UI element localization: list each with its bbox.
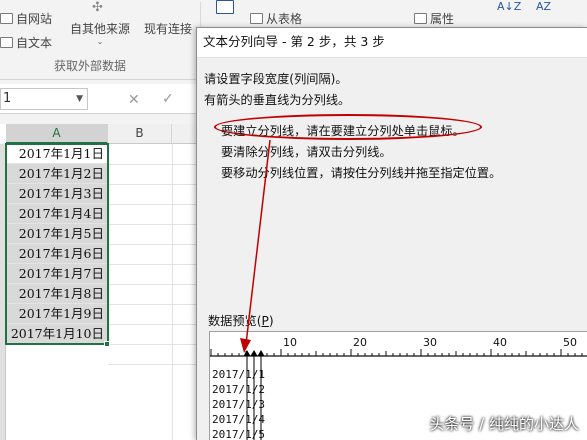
preview-row: 2017/1/1	[212, 368, 265, 381]
cell-a3[interactable]: 2017年1月3日	[6, 184, 108, 204]
grid-line	[108, 164, 200, 165]
new-query-button[interactable]	[216, 0, 237, 16]
grid-line	[108, 364, 200, 365]
ribbon-group-label: 获取外部数据	[54, 59, 127, 73]
sort-az-icon[interactable]: A↓Z	[497, 0, 521, 13]
other-sources-icon: ✣	[92, 0, 103, 15]
cell-a2[interactable]: 2017年1月2日	[6, 164, 108, 184]
cell-a1[interactable]: 2017年1月1日	[6, 144, 108, 164]
cell-a9[interactable]: 2017年1月9日	[6, 304, 108, 324]
dialog-title: 文本分列向导 - 第 2 步，共 3 步	[197, 28, 587, 58]
cell-a5[interactable]: 2017年1月5日	[6, 224, 108, 244]
ruler-label: 20	[353, 336, 367, 349]
grid-line	[108, 304, 200, 305]
cell-a7[interactable]: 2017年1月7日	[6, 264, 108, 284]
web-icon	[0, 13, 13, 24]
preview-row: 2017/1/5	[212, 428, 265, 440]
grid-line	[108, 264, 200, 265]
worksheet: A B 2017年1月1日 2017年1月2日 2017年1月3日 2017年1…	[0, 124, 202, 440]
data-preview-label: 数据预览(P)	[208, 314, 274, 328]
cell-a10[interactable]: 2017年1月10日	[6, 324, 108, 344]
preview-row: 2017/1/2	[212, 383, 265, 396]
tip-clear-break: 要清除分列线，请双击分列线。	[221, 145, 392, 159]
grid-line	[108, 344, 200, 345]
preview-row: 2017/1/3	[212, 398, 265, 411]
table-icon	[250, 13, 263, 24]
column-a-cells: 2017年1月1日 2017年1月2日 2017年1月3日 2017年1月4日 …	[6, 144, 108, 344]
grid-line	[108, 284, 200, 285]
text-to-columns-dialog: 文本分列向导 - 第 2 步，共 3 步 请设置字段宽度(列间隔)。 有箭头的垂…	[196, 27, 587, 440]
ruler-label: 50	[563, 336, 577, 349]
grid-line	[108, 224, 200, 225]
preview-rows: 2017/1/1 2017/1/2 2017/1/3 2017/1/4 2017…	[212, 367, 265, 440]
annotation-oval	[214, 114, 482, 140]
dropdown-arrow-icon: ⌄	[96, 37, 104, 46]
grid-line	[108, 324, 200, 325]
name-box[interactable]: 1 ▼	[0, 88, 88, 110]
chevron-down-icon[interactable]: ▼	[76, 89, 83, 109]
column-ruler[interactable]: 10 20 30 40 50	[210, 332, 587, 362]
column-header-b[interactable]: B	[108, 124, 172, 144]
text-file-icon	[0, 37, 13, 48]
properties-button[interactable]: 属性	[414, 10, 454, 27]
instruction-line-2: 有箭头的垂直线为分列线。	[204, 93, 351, 107]
column-header-a[interactable]: A	[6, 124, 108, 144]
fill-handle[interactable]	[104, 341, 110, 347]
cell-a4[interactable]: 2017年1月4日	[6, 204, 108, 224]
instruction-line-1: 请设置字段宽度(列间隔)。	[204, 72, 348, 86]
from-table-button[interactable]: 从表格	[250, 10, 302, 27]
ruler-label: 10	[283, 336, 297, 349]
formula-bar: 1 ▼ ✕ ✓	[0, 84, 200, 114]
ruler-label: 40	[493, 336, 507, 349]
other-sources-button[interactable]: 自其他来源 ⌄	[70, 20, 130, 46]
ruler-label: 30	[423, 336, 437, 349]
grid-line	[172, 144, 173, 440]
grid-line	[108, 184, 200, 185]
new-query-icon	[216, 0, 234, 14]
confirm-icon[interactable]: ✓	[162, 91, 174, 107]
from-web-button[interactable]: 自网站	[0, 10, 52, 27]
watermark: 头条号 / 纯纯的小达人	[429, 415, 579, 433]
properties-icon	[414, 13, 427, 24]
tip-move-break: 要移动分列线位置，请按住分列线并拖至指定位置。	[221, 166, 502, 180]
cell-a6[interactable]: 2017年1月6日	[6, 244, 108, 264]
sort-button-icon[interactable]: AZ	[536, 0, 551, 13]
cancel-icon[interactable]: ✕	[128, 92, 140, 108]
from-text-button[interactable]: 自文本	[0, 34, 52, 51]
grid-line	[108, 204, 200, 205]
grid-line	[108, 244, 200, 245]
existing-connections-button[interactable]: 现有连接	[144, 20, 192, 37]
cell-a8[interactable]: 2017年1月8日	[6, 284, 108, 304]
preview-row: 2017/1/4	[212, 413, 265, 426]
